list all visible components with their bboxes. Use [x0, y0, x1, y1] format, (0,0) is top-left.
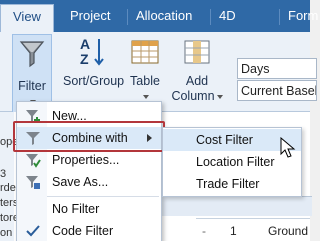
menu-item-new[interactable]: New... — [17, 105, 161, 127]
funnel-plus-icon — [26, 110, 40, 123]
tab-allocation[interactable]: Allocation — [136, 8, 192, 23]
tab-separator — [210, 9, 211, 25]
background-text-fragment: on — [0, 227, 13, 239]
tab-4d[interactable]: 4D — [219, 8, 236, 23]
row-number: 1 — [230, 224, 237, 238]
table-icon — [131, 40, 159, 64]
table-row[interactable]: - 1 Ground — [196, 218, 310, 241]
duration-unit-field[interactable]: Days — [237, 58, 317, 79]
tab-separator — [279, 9, 280, 25]
funnel-check-icon — [26, 154, 41, 168]
chevron-down-icon — [216, 94, 223, 99]
chevron-right-icon — [147, 134, 152, 142]
menu-item-label: No Filter — [52, 202, 100, 216]
svg-text:Z: Z — [80, 51, 89, 67]
submenu-item-trade-filter[interactable]: Trade Filter — [163, 173, 301, 195]
submenu-item-label: Trade Filter — [196, 177, 260, 191]
filter-dropdown-menu: New... Combine with Properties... Save A… — [16, 101, 162, 241]
menu-item-properties[interactable]: Properties... — [17, 149, 161, 171]
table-label: Table — [130, 74, 160, 88]
funnel-save-icon — [26, 176, 40, 189]
funnel-icon — [26, 132, 40, 145]
menu-item-label: New... — [52, 109, 87, 123]
row-expand-icon[interactable]: - — [202, 224, 206, 238]
funnel-icon — [19, 41, 45, 68]
menu-item-save-as[interactable]: Save As... — [17, 171, 161, 193]
menu-item-label: Combine with — [52, 131, 128, 145]
add-column-label-line2: Column — [170, 89, 224, 104]
menu-item-label: Save As... — [52, 175, 109, 189]
ribbon-panel: Filter A Z Sort/Group Table Add Column D… — [0, 32, 317, 116]
sort-group-label: Sort/Group — [63, 74, 125, 88]
ribbon-tab-bar: View Project Allocation 4D Form — [0, 0, 318, 32]
add-column-button[interactable]: Add Column — [170, 36, 224, 104]
svg-text:A: A — [80, 36, 90, 52]
menu-item-combine-with[interactable]: Combine with — [17, 127, 161, 149]
tab-form[interactable]: Form — [288, 8, 318, 23]
add-column-icon — [184, 40, 210, 64]
mouse-cursor-icon — [280, 137, 296, 158]
tab-project[interactable]: Project — [70, 8, 110, 23]
background-text-fragment: 3 — [0, 168, 7, 180]
checkmark-icon — [26, 225, 40, 237]
tab-view[interactable]: View — [0, 4, 54, 32]
chevron-down-icon — [143, 94, 149, 99]
background-text-fragment: rde — [0, 182, 16, 194]
submenu-item-label: Cost Filter — [196, 133, 253, 147]
submenu-item-label: Location Filter — [196, 155, 275, 169]
filter-label: Filter — [18, 79, 46, 93]
add-column-label-line1: Add — [185, 74, 209, 88]
grid-header — [162, 196, 312, 216]
baseline-field[interactable]: Current Basel — [237, 80, 317, 101]
sort-group-button[interactable]: A Z Sort/Group — [63, 36, 125, 89]
menu-item-label: Code Filter — [52, 224, 114, 238]
tab-separator — [127, 9, 128, 25]
menu-item-label: Properties... — [52, 153, 120, 167]
menu-item-code-filter[interactable]: Code Filter — [17, 220, 161, 241]
row-name: Ground — [268, 224, 309, 238]
sort-az-icon: A Z — [80, 36, 104, 67]
menu-item-no-filter[interactable]: No Filter — [17, 198, 161, 220]
table-button[interactable]: Table — [127, 36, 163, 104]
menu-separator — [47, 196, 159, 197]
